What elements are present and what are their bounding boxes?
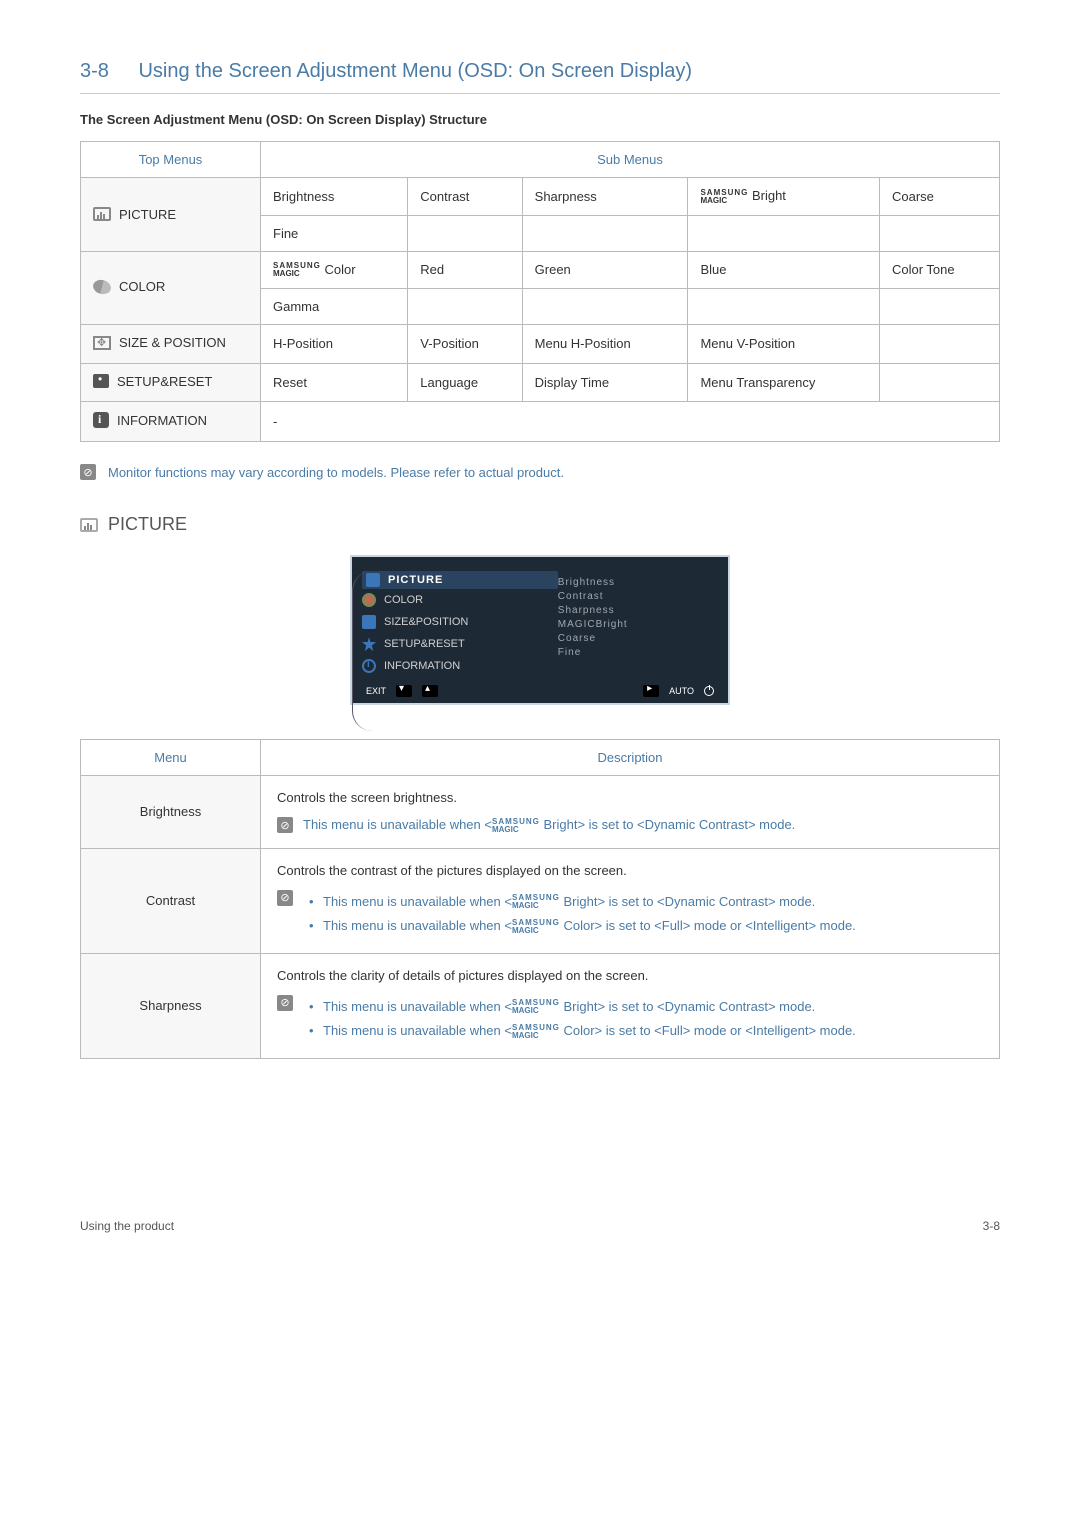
samsung-magic-label: SAMSUNGMAGIC xyxy=(512,894,560,910)
samsung-magic-label: SAMSUNGMAGIC xyxy=(512,1024,560,1040)
enter-button-icon xyxy=(643,685,659,697)
picture-section-heading: PICTURE xyxy=(80,514,1000,535)
cell xyxy=(522,215,688,251)
samsung-magic-label: SAMSUNGMAGIC xyxy=(512,919,560,935)
note-bullet: This menu is unavailable when <SAMSUNGMA… xyxy=(309,914,856,939)
cell: Contrast xyxy=(408,178,522,216)
note-bullet: This menu is unavailable when <SAMSUNGMA… xyxy=(309,890,856,915)
cell: SAMSUNGMAGIC Bright xyxy=(688,178,880,216)
cell: Fine xyxy=(261,215,408,251)
note-bullet: This menu is unavailable when <SAMSUNGMA… xyxy=(309,995,856,1020)
menu-picture: PICTURE xyxy=(81,178,261,252)
cell xyxy=(879,215,999,251)
cell: Blue xyxy=(688,251,880,289)
cell: H-Position xyxy=(261,325,408,364)
cell: Green xyxy=(522,251,688,289)
th-top-menus: Top Menus xyxy=(81,142,261,178)
cell: V-Position xyxy=(408,325,522,364)
structure-table: Top Menus Sub Menus PICTURE Brightness C… xyxy=(80,141,1000,442)
row-contrast-desc: Controls the contrast of the pictures di… xyxy=(261,848,1000,953)
note-icon xyxy=(277,817,293,833)
cell xyxy=(408,215,522,251)
structure-heading: The Screen Adjustment Menu (OSD: On Scre… xyxy=(80,112,1000,127)
cell xyxy=(408,289,522,325)
down-button-icon xyxy=(396,685,412,697)
cell xyxy=(688,215,880,251)
size-position-icon xyxy=(93,336,111,350)
cell: Display Time xyxy=(522,363,688,402)
note-bullet: This menu is unavailable when <SAMSUNGMA… xyxy=(309,1019,856,1044)
cell: Color Tone xyxy=(879,251,999,289)
osd-item-size: SIZE&POSITION xyxy=(362,611,558,633)
picture-icon xyxy=(80,518,98,532)
cell: SAMSUNGMAGIC Color xyxy=(261,251,408,289)
cell xyxy=(522,289,688,325)
section-number: 3-8 xyxy=(80,60,109,82)
cell: Language xyxy=(408,363,522,402)
cell: - xyxy=(261,402,1000,442)
th-menu: Menu xyxy=(81,740,261,776)
osd-footer: EXIT AUTO xyxy=(352,679,728,703)
page-footer: Using the product 3-8 xyxy=(80,1219,1000,1233)
osd-item-picture: PICTURE xyxy=(362,571,558,589)
cell: Reset xyxy=(261,363,408,402)
cell xyxy=(879,289,999,325)
row-brightness-desc: Controls the screen brightness. This men… xyxy=(261,776,1000,849)
menu-setup-reset: SETUP&RESET xyxy=(81,363,261,402)
description-table: Menu Description Brightness Controls the… xyxy=(80,739,1000,1059)
section-title: 3-8 Using the Screen Adjustment Menu (OS… xyxy=(80,60,1000,94)
row-contrast-name: Contrast xyxy=(81,848,261,953)
cell: Menu H-Position xyxy=(522,325,688,364)
color-icon xyxy=(91,278,112,296)
row-brightness-name: Brightness xyxy=(81,776,261,849)
menu-color: COLOR xyxy=(81,251,261,325)
note-icon xyxy=(277,890,293,906)
menu-size-position: SIZE & POSITION xyxy=(81,325,261,364)
information-icon xyxy=(362,659,376,673)
power-icon xyxy=(704,686,714,696)
auto-label: AUTO xyxy=(669,686,694,696)
cell xyxy=(879,325,999,364)
samsung-magic-label: SAMSUNGMAGIC xyxy=(492,818,540,834)
note-icon xyxy=(80,464,96,480)
samsung-magic-label: SAMSUNGMAGIC xyxy=(512,999,560,1015)
osd-item-color: COLOR xyxy=(362,589,558,611)
cell: Gamma xyxy=(261,289,408,325)
section-text: Using the Screen Adjustment Menu (OSD: O… xyxy=(138,60,692,82)
cell xyxy=(879,363,999,402)
osd-submenu-list: Brightness Contrast Sharpness MAGICBrigh… xyxy=(558,571,718,677)
cell: Menu Transparency xyxy=(688,363,880,402)
note-disclaimer: Monitor functions may vary according to … xyxy=(80,464,1000,480)
osd-item-setup: SETUP&RESET xyxy=(362,633,558,655)
note-text: Monitor functions may vary according to … xyxy=(108,465,564,480)
row-sharpness-desc: Controls the clarity of details of pictu… xyxy=(261,953,1000,1058)
row-sharpness-name: Sharpness xyxy=(81,953,261,1058)
samsung-magic-label: SAMSUNGMAGIC xyxy=(700,189,748,205)
picture-icon xyxy=(93,207,111,221)
osd-screenshot: PICTURE COLOR SIZE&POSITION SETUP&RESET … xyxy=(350,555,730,705)
osd-item-info: INFORMATION xyxy=(362,655,558,677)
th-description: Description xyxy=(261,740,1000,776)
th-sub-menus: Sub Menus xyxy=(261,142,1000,178)
cell xyxy=(688,289,880,325)
cell: Brightness xyxy=(261,178,408,216)
up-button-icon xyxy=(422,685,438,697)
cell: Red xyxy=(408,251,522,289)
footer-left: Using the product xyxy=(80,1219,174,1233)
footer-right: 3-8 xyxy=(983,1219,1000,1233)
setup-reset-icon xyxy=(93,374,109,388)
osd-curve xyxy=(352,571,372,731)
information-icon xyxy=(93,412,109,428)
note-icon xyxy=(277,995,293,1011)
samsung-magic-label: SAMSUNGMAGIC xyxy=(273,262,321,278)
cell: Menu V-Position xyxy=(688,325,880,364)
menu-information: INFORMATION xyxy=(81,402,261,442)
cell: Coarse xyxy=(879,178,999,216)
cell: Sharpness xyxy=(522,178,688,216)
